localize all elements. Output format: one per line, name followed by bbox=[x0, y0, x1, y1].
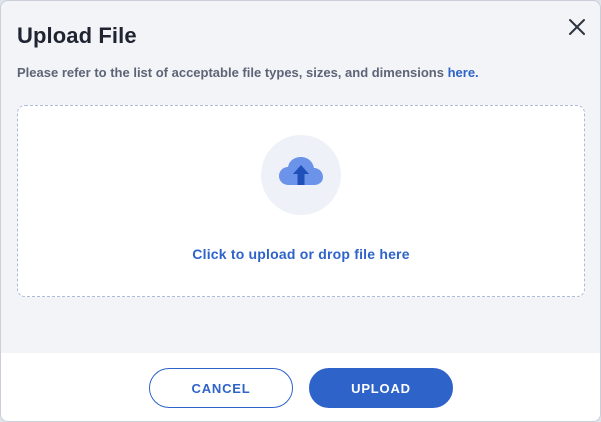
file-requirements-message: Please refer to the list of acceptable f… bbox=[17, 65, 448, 80]
dialog-title: Upload File bbox=[17, 23, 137, 48]
dropzone-label: Click to upload or drop file here bbox=[192, 246, 410, 262]
cancel-button[interactable]: CANCEL bbox=[149, 368, 293, 408]
upload-button[interactable]: UPLOAD bbox=[309, 368, 453, 408]
dialog-footer: CANCEL UPLOAD bbox=[1, 353, 600, 421]
close-button[interactable] bbox=[563, 13, 591, 41]
file-requirements-link[interactable]: here. bbox=[448, 65, 479, 80]
file-dropzone[interactable]: Click to upload or drop file here bbox=[17, 105, 585, 297]
upload-icon-badge bbox=[261, 135, 341, 215]
close-icon bbox=[568, 18, 586, 36]
file-requirements-text: Please refer to the list of acceptable f… bbox=[17, 64, 479, 82]
cloud-upload-icon bbox=[277, 155, 325, 196]
upload-file-dialog: Upload File Please refer to the list of … bbox=[0, 0, 601, 422]
